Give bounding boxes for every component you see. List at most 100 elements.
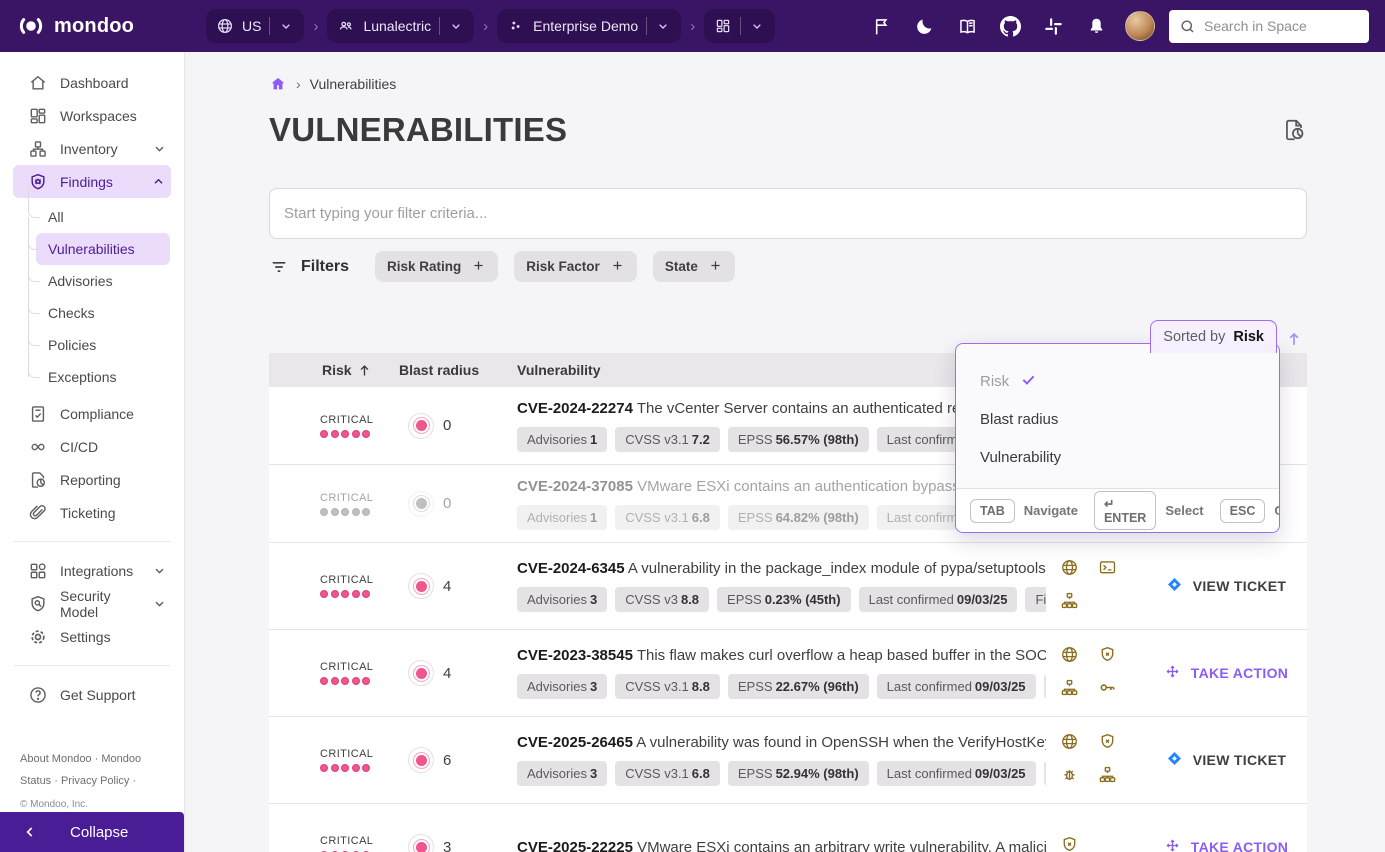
sidebar-item-workspaces[interactable]: Workspaces <box>0 99 184 132</box>
user-avatar[interactable] <box>1125 11 1155 41</box>
risk-dot <box>351 764 360 772</box>
feature-flags-button[interactable] <box>863 8 900 45</box>
org-label: Lunalectric <box>363 18 432 34</box>
sorted-by-button[interactable]: Sorted by Risk <box>1150 320 1277 353</box>
docs-button[interactable] <box>949 8 986 45</box>
column-blast-radius[interactable]: Blast radius <box>399 362 517 378</box>
sidebar-item-get-support[interactable]: Get Support <box>0 678 184 711</box>
risk-dot <box>341 507 349 516</box>
sidebar-item-label: CI/CD <box>60 438 99 455</box>
take-action-button[interactable]: TAKE ACTION <box>1145 630 1307 716</box>
sidebar-item-reporting[interactable]: Reporting <box>0 463 184 496</box>
filter-criteria-input[interactable] <box>269 188 1307 239</box>
sidebar-item-compliance[interactable]: Compliance <box>0 397 184 430</box>
sidebar-item-label: Settings <box>60 628 111 645</box>
blast-radius-value: 3 <box>443 838 452 852</box>
filter-chip-risk-factor[interactable]: Risk Factor <box>514 251 637 282</box>
chevron-down-icon[interactable] <box>749 18 765 34</box>
sort-direction-arrow-icon[interactable] <box>1284 329 1304 349</box>
network-icon <box>1060 678 1082 702</box>
vulnerability-title: CVE-2025-22225 VMware ESXi contains an a… <box>517 839 1046 852</box>
sidebar-footer: About Mondoo · Mondoo Status · Privacy P… <box>0 736 184 812</box>
sidebar-item-ticketing[interactable]: Ticketing <box>0 496 184 529</box>
risk-dots <box>320 677 399 685</box>
slack-button[interactable] <box>1035 8 1072 45</box>
risk-factor-icons <box>1050 630 1145 716</box>
org-selector[interactable]: Lunalectric <box>327 9 475 43</box>
take-action-button[interactable]: TAKE ACTION <box>1145 804 1307 852</box>
shield-x-icon <box>1098 645 1120 669</box>
vulnerability-cell: CVE-2023-38545 This flaw makes curl over… <box>517 630 1050 716</box>
metric-value: 64.82% (98th) <box>775 509 859 525</box>
metric-chip-epss: EPSS 22.67% (96th) <box>727 674 869 699</box>
sidebar-item-dashboard[interactable]: Dashboard <box>0 66 184 99</box>
space-selector[interactable]: Enterprise Demo <box>497 9 682 43</box>
home-icon[interactable] <box>269 75 287 93</box>
sidebar-item-ci-cd[interactable]: CI/CD <box>0 430 184 463</box>
table-row[interactable]: CRITICAL 4 CVE-2023-38545 This flaw makes … <box>269 630 1307 717</box>
findings-subitems: All Vulnerabilities Advisories Checks Polici… <box>0 185 184 393</box>
search-icon <box>1181 19 1194 33</box>
table-row[interactable]: CRITICAL 3 CVE-2025-22225 VMware ESXi cont… <box>269 804 1307 852</box>
metric-label: Advisories <box>527 509 587 525</box>
mondoo-logo[interactable]: mondoo <box>16 11 164 41</box>
metric-value: 6.8 <box>691 509 710 525</box>
breadcrumb: › Vulnerabilities <box>269 74 1307 94</box>
sidebar-item-integrations[interactable]: Integrations <box>0 554 184 587</box>
filter-chip-state[interactable]: State <box>652 251 735 282</box>
search-input[interactable] <box>1204 18 1359 34</box>
vulnerability-cell: CVE-2025-22225 VMware ESXi contains an a… <box>517 804 1050 852</box>
sidebar-item-security-model[interactable]: Security Model <box>0 587 184 620</box>
chevron-down-icon[interactable] <box>278 18 294 34</box>
sidebar-item-inventory[interactable]: Inventory <box>0 132 184 165</box>
risk-cell: CRITICAL <box>269 804 399 852</box>
sidebar-item-vulnerabilities[interactable]: Vulnerabilities <box>28 217 170 281</box>
github-button[interactable] <box>992 8 1029 45</box>
sort-bar: Sorted by Risk <box>269 320 1307 353</box>
view-ticket-button[interactable]: VIEW TICKET <box>1145 543 1307 629</box>
risk-dot <box>320 507 328 516</box>
metric-chips: Advisories 3 CVSS v3.1 8.8 EPSS 22.67% (96th)… <box>517 674 1046 699</box>
risk-rating-label: CRITICAL <box>320 491 374 504</box>
risk-dot <box>351 590 360 598</box>
chevron-down-icon[interactable] <box>655 18 671 34</box>
metric-chip-last-confirmed: Last confirmed09/03/25 <box>858 587 1018 612</box>
vulnerability-title: CVE-2024-6345 A vulnerability in the pac… <box>517 560 1046 577</box>
workspace-selector[interactable] <box>704 9 776 43</box>
report-icon[interactable] <box>1281 117 1307 143</box>
risk-factor-icons <box>1050 804 1145 852</box>
table-row[interactable]: CRITICAL 4 CVE-2024-6345 A vulnerability i… <box>269 543 1307 630</box>
sidebar-item-exceptions[interactable]: Exceptions <box>0 345 184 393</box>
notifications-button[interactable] <box>1078 8 1115 45</box>
scope-breadcrumb: US › Lunalectric › Enterprise Demo › <box>206 9 776 43</box>
table-row[interactable]: CRITICAL 6 CVE-2025-26465 A vulnerability … <box>269 717 1307 804</box>
dark-mode-toggle[interactable] <box>906 8 943 45</box>
chevron-down-icon[interactable] <box>448 18 464 34</box>
globe-icon <box>1060 732 1082 756</box>
collapse-sidebar-button[interactable]: Collapse <box>0 812 184 852</box>
footer-link-privacy-policy[interactable]: Privacy Policy <box>61 775 129 787</box>
sidebar-item-settings[interactable]: Settings <box>0 620 184 653</box>
sort-option-blast-radius[interactable]: Blast radius <box>956 400 1279 438</box>
action-label: VIEW TICKET <box>1192 752 1287 768</box>
inventory-icon <box>28 139 48 159</box>
sidebar-subitem-label: Vulnerabilities <box>48 241 135 257</box>
sort-arrow-icon <box>360 364 369 375</box>
sort-option-vulnerability[interactable]: Vulnerability <box>956 438 1279 476</box>
sort-option-risk[interactable]: Risk <box>956 362 1279 400</box>
risk-dots <box>320 590 399 598</box>
footer-link-about-mondoo[interactable]: About Mondoo <box>20 753 92 765</box>
filter-chip-risk-rating[interactable]: Risk Rating <box>375 251 499 282</box>
region-selector[interactable]: US <box>206 9 305 43</box>
brand-wordmark: mondoo <box>54 14 135 37</box>
risk-dot <box>330 677 339 685</box>
risk-dot <box>320 764 328 772</box>
metric-chips: Advisories 3 CVSS v3.1 6.8 EPSS 52.94% (98th)… <box>517 761 1046 786</box>
risk-rating-label: CRITICAL <box>320 661 374 673</box>
risk-rating-label: CRITICAL <box>320 413 374 426</box>
metric-value: 8.8 <box>691 679 710 694</box>
view-ticket-button[interactable]: VIEW TICKET <box>1145 717 1307 803</box>
metric-value: 09/03/25 <box>956 592 1008 607</box>
risk-dots <box>320 764 399 772</box>
column-risk[interactable]: Risk <box>269 362 399 378</box>
